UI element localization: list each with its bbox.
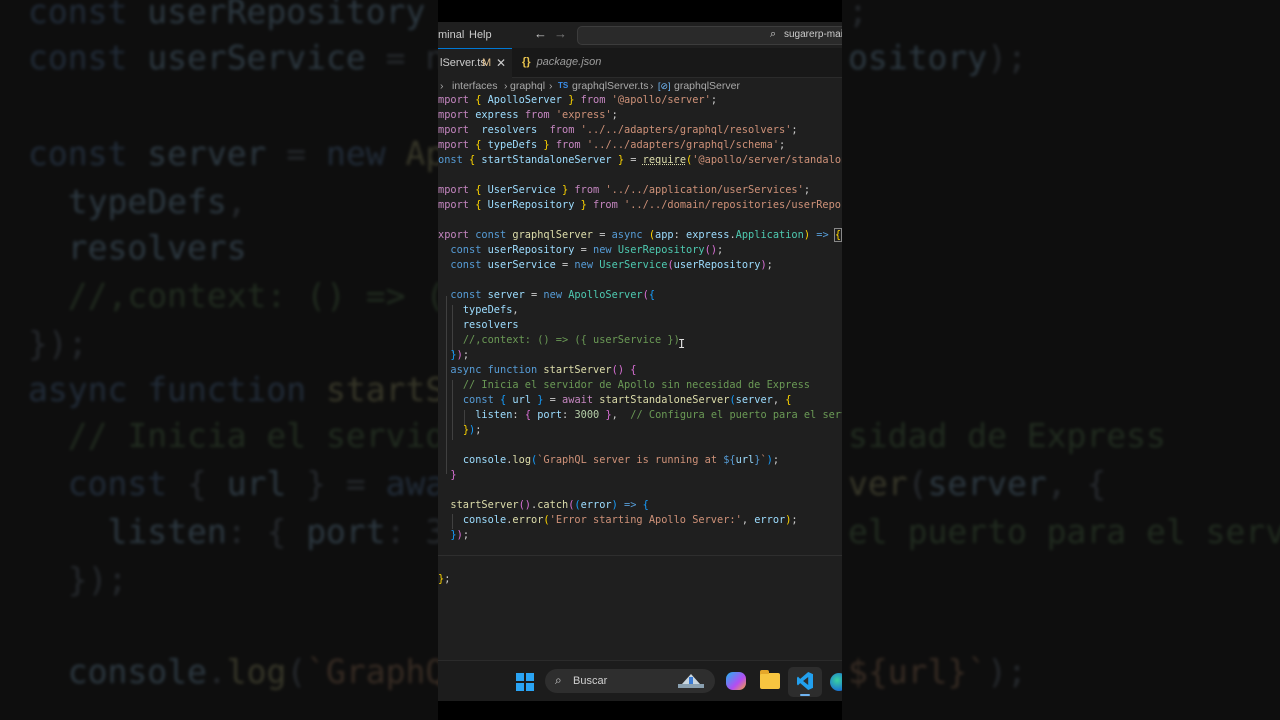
taskbar-search-label: Buscar xyxy=(573,675,608,687)
back-arrow-icon[interactable]: ← xyxy=(534,26,547,41)
vscode-window: minal Help ← → ⌕ sugarerp-main lServer.t… xyxy=(438,0,842,720)
chevron-right-icon: › xyxy=(440,80,444,92)
search-icon: ⌕ xyxy=(770,28,777,40)
workspace-name: sugarerp-main xyxy=(784,29,842,40)
tab-label: package.json xyxy=(536,56,602,68)
code-line: mport resolvers from '../../adapters/gra… xyxy=(438,124,798,136)
code-line: listen: { port: 3000 }, // Configura el … xyxy=(475,409,842,421)
code-line: //,context: () => ({ userService }) xyxy=(462,334,680,346)
code-editor[interactable]: mport { ApolloServer } from '@apollo/ser… xyxy=(438,94,842,660)
code-line: const { url } = await startStandaloneSer… xyxy=(462,394,792,406)
tab-graphqlserver-ts[interactable]: lServer.ts M ✕ xyxy=(438,48,512,78)
file-explorer-icon[interactable] xyxy=(760,670,780,689)
vscode-app-icon[interactable] xyxy=(788,667,822,697)
chevron-right-icon: › xyxy=(650,80,654,92)
command-center-search[interactable]: ⌕ sugarerp-main xyxy=(577,26,842,45)
code-line: }; xyxy=(438,573,451,585)
code-line: }); xyxy=(450,529,470,541)
breadcrumb-graphql[interactable]: graphql xyxy=(510,80,545,92)
tab-label: lServer.ts xyxy=(440,57,486,69)
modified-indicator: M xyxy=(482,57,492,69)
code-line: console.log(`GraphQL server is running a… xyxy=(462,454,780,466)
code-line: startServer().catch((error) => { xyxy=(450,499,649,511)
code-line: } xyxy=(450,469,457,481)
code-line: }); xyxy=(462,424,482,436)
windows-start-icon[interactable] xyxy=(516,673,534,691)
code-line: mport express from 'express'; xyxy=(438,109,618,121)
code-line: mport { UserService } from '../../applic… xyxy=(438,184,811,196)
code-line: console.error('Error starting Apollo Ser… xyxy=(462,514,798,526)
breadcrumb-interfaces[interactable]: interfaces xyxy=(452,80,498,92)
current-line-border xyxy=(438,555,842,556)
forward-arrow-icon[interactable]: → xyxy=(554,26,567,41)
search-highlight-icon xyxy=(678,674,704,688)
code-line: const userRepository = new UserRepositor… xyxy=(450,244,724,256)
menu-help[interactable]: Help xyxy=(469,29,492,41)
code-line: onst { startStandaloneServer } = require… xyxy=(438,154,842,166)
chevron-right-icon: › xyxy=(549,80,553,92)
search-icon: ⌕ xyxy=(555,673,562,687)
text-cursor-icon: I xyxy=(678,337,686,351)
code-line: mport { ApolloServer } from '@apollo/ser… xyxy=(438,94,718,106)
edge-browser-icon[interactable] xyxy=(830,673,842,691)
code-line: const server = new ApolloServer({ xyxy=(450,289,656,301)
variable-symbol-icon: [⊘] xyxy=(658,81,671,91)
close-icon[interactable]: ✕ xyxy=(496,49,506,78)
code-line: xport const graphqlServer = async (app: … xyxy=(438,228,842,242)
editor-tab-bar: lServer.ts M ✕ {} package.json xyxy=(438,48,842,78)
breadcrumb: › interfaces › graphql › TS graphqlServe… xyxy=(438,78,842,94)
code-line: async function startServer() { xyxy=(450,364,637,376)
typescript-file-icon: TS xyxy=(558,81,569,90)
chevron-right-icon: › xyxy=(504,80,508,92)
code-line: mport { UserRepository } from '../../dom… xyxy=(438,199,842,211)
json-file-icon: {} xyxy=(522,56,531,68)
code-line: // Inicia el servidor de Apollo sin nece… xyxy=(462,379,810,391)
code-line: typeDefs, xyxy=(462,304,519,316)
title-bar: minal Help ← → ⌕ sugarerp-main xyxy=(438,22,842,48)
breadcrumb-file[interactable]: graphqlServer.ts xyxy=(572,80,648,92)
code-line: mport { typeDefs } from '../../adapters/… xyxy=(438,139,786,151)
windows-taskbar: ⌕ Buscar xyxy=(438,660,842,701)
code-line: const userService = new UserService(user… xyxy=(450,259,773,271)
menu-terminal[interactable]: minal xyxy=(438,29,464,41)
tab-package-json[interactable]: {} package.json xyxy=(522,48,601,77)
code-line: }); xyxy=(450,349,470,361)
code-line: resolvers xyxy=(462,319,519,331)
copilot-icon[interactable] xyxy=(726,672,746,690)
breadcrumb-symbol[interactable]: graphqlServer xyxy=(674,80,740,92)
